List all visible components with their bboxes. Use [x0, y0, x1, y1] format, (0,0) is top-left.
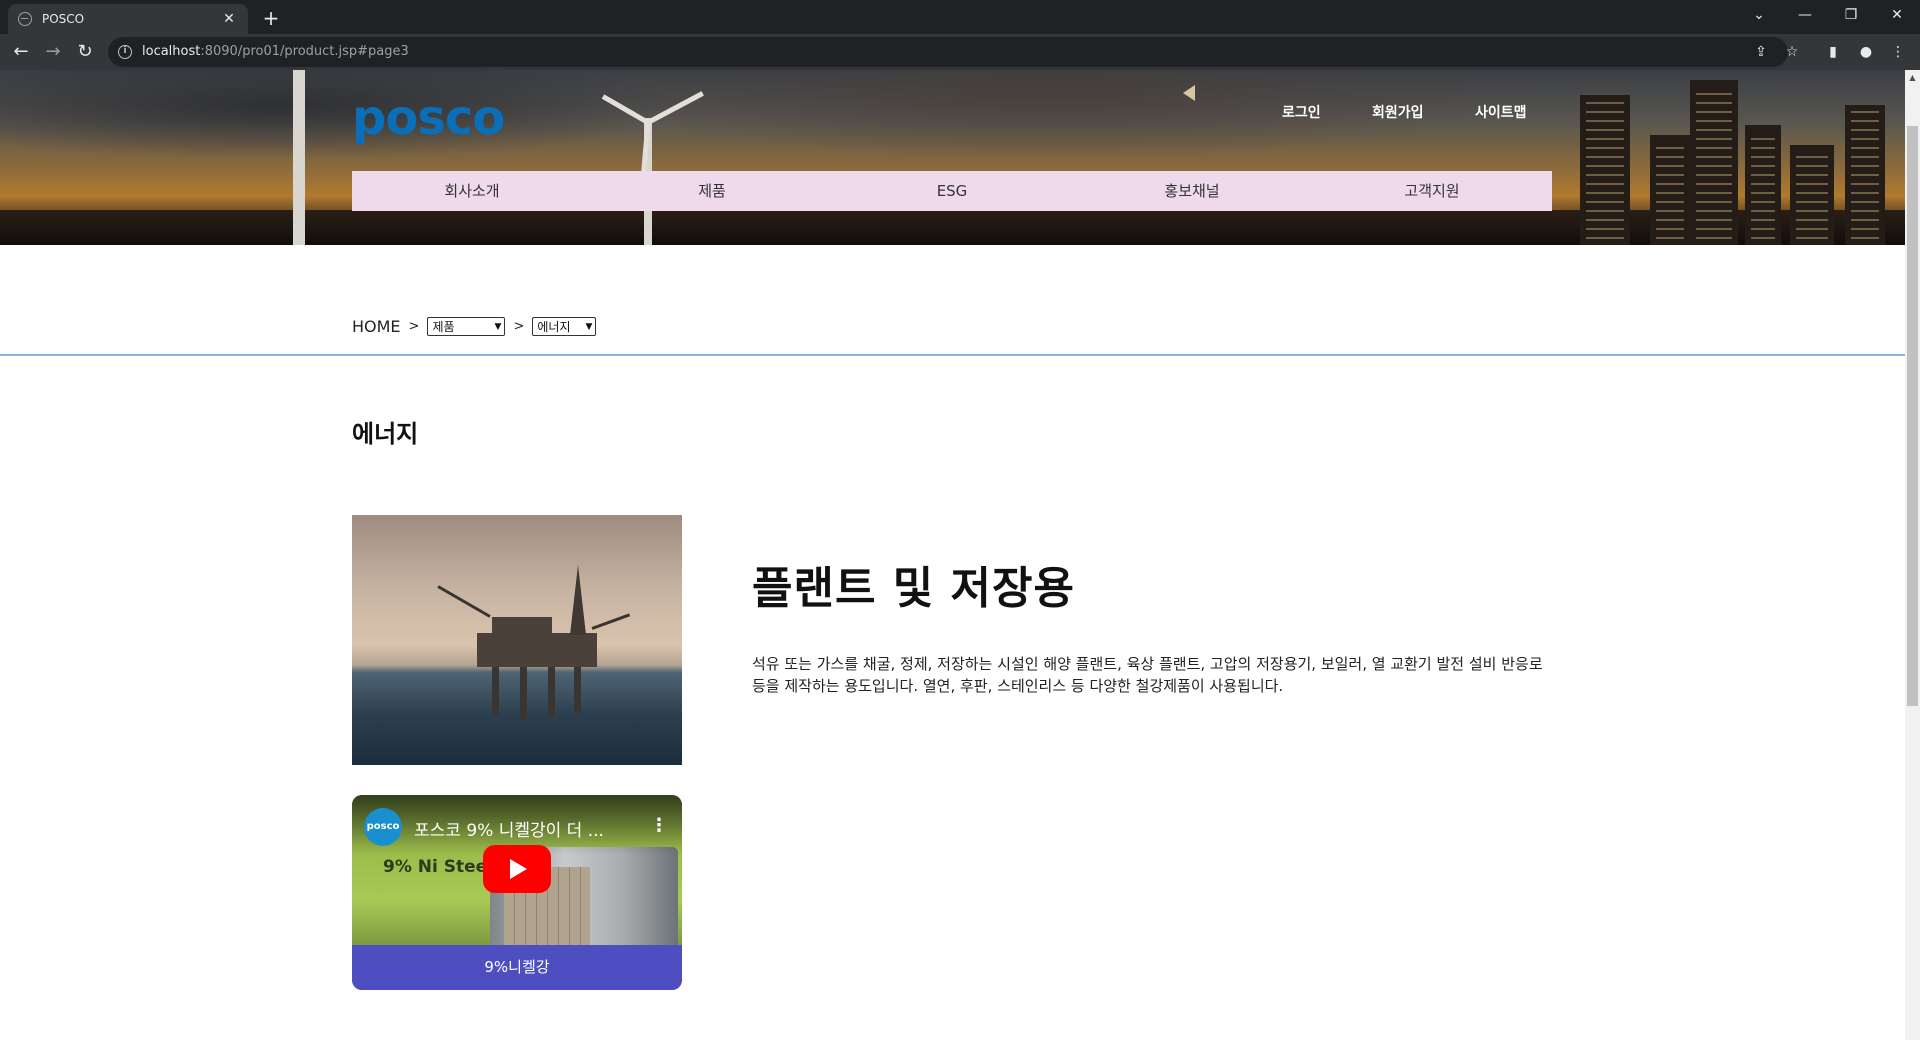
- url-path: :8090/pro01/product.jsp#page3: [200, 44, 409, 59]
- city-building: [1690, 80, 1738, 245]
- forward-icon[interactable]: →: [40, 39, 66, 65]
- subcategory-select[interactable]: 에너지 ▼: [532, 317, 597, 336]
- login-link[interactable]: 로그인: [1282, 102, 1321, 122]
- signup-link[interactable]: 회원가입: [1372, 102, 1424, 122]
- menu-item-company[interactable]: 회사소개: [352, 171, 592, 211]
- breadcrumb-divider: [0, 354, 1905, 356]
- product-name: 플랜트 및 저장용: [752, 563, 1075, 614]
- video-caption[interactable]: 9%니켈강: [352, 945, 682, 990]
- city-building: [1650, 135, 1690, 245]
- url-host: localhost: [142, 44, 201, 59]
- browser-tabstrip: POSCO ✕ + ⌄ — ❐ ✕: [0, 0, 1920, 34]
- sitemap-link[interactable]: 사이트맵: [1475, 102, 1527, 122]
- tab-search-icon[interactable]: ⌄: [1736, 0, 1782, 30]
- video-card: 9% Ni Steel posco 포스코 9% 니켈강이 더 ... ⋮ 9%…: [352, 795, 682, 990]
- scrollbar-thumb[interactable]: [1907, 126, 1918, 706]
- breadcrumb: HOME > 제품 ▼ > 에너지 ▼: [352, 317, 597, 336]
- category-select-value: 제품: [432, 320, 455, 334]
- site-info-icon[interactable]: i: [118, 45, 132, 59]
- thumbnail-text: 9% Ni Steel: [383, 857, 494, 877]
- menu-item-esg[interactable]: ESG: [832, 171, 1072, 211]
- more-vertical-icon[interactable]: ⋮: [650, 817, 668, 837]
- minimize-button[interactable]: —: [1782, 0, 1828, 30]
- scroll-up-icon[interactable]: ▲: [1905, 70, 1920, 85]
- breadcrumb-home[interactable]: HOME: [352, 317, 401, 336]
- menu-item-products[interactable]: 제품: [592, 171, 832, 211]
- breadcrumb-separator: >: [408, 319, 420, 334]
- city-building: [1790, 145, 1834, 245]
- hero-cloud: [600, 70, 1500, 160]
- youtube-embed[interactable]: 9% Ni Steel posco 포스코 9% 니켈강이 더 ... ⋮: [352, 795, 682, 945]
- page-viewport: posco 로그인 회원가입 사이트맵 회사소개 제품 ESG 홍보채널 고객지…: [0, 70, 1905, 1040]
- breadcrumb-separator: >: [513, 319, 525, 334]
- side-panel-icon[interactable]: ▮: [1823, 42, 1843, 62]
- hero-cloud: [0, 70, 700, 160]
- close-window-button[interactable]: ✕: [1874, 0, 1920, 30]
- product-description: 석유 또는 가스를 채굴, 정제, 저장하는 시설인 해양 플랜트, 육상 플랜…: [752, 655, 1543, 695]
- channel-avatar[interactable]: posco: [364, 808, 402, 846]
- category-select[interactable]: 제품 ▼: [427, 317, 506, 336]
- share-icon[interactable]: ⇪: [1751, 42, 1771, 62]
- profile-icon[interactable]: ●: [1856, 42, 1876, 62]
- back-icon[interactable]: ←: [8, 39, 34, 65]
- url-text: localhost:8090/pro01/product.jsp#page3: [142, 44, 409, 59]
- address-bar[interactable]: i localhost:8090/pro01/product.jsp#page3: [108, 37, 1788, 67]
- browser-toolbar: ← → ↻ i localhost:8090/pro01/product.jsp…: [0, 34, 1920, 70]
- tab-title: POSCO: [42, 12, 85, 26]
- chevron-down-icon: ▼: [585, 321, 593, 332]
- globe-icon: [18, 12, 32, 26]
- menu-item-pr-channel[interactable]: 홍보채널: [1072, 171, 1312, 211]
- browser-menu-icon[interactable]: ⋮: [1888, 42, 1908, 62]
- city-building: [1580, 95, 1630, 245]
- menu-item-support[interactable]: 고객지원: [1312, 171, 1552, 211]
- header-hero-banner: posco 로그인 회원가입 사이트맵 회사소개 제품 ESG 홍보채널 고객지…: [0, 70, 1905, 245]
- city-building: [1845, 105, 1885, 245]
- bookmark-star-icon[interactable]: ☆: [1782, 42, 1802, 62]
- wind-turbine-tower: [293, 70, 305, 245]
- video-title[interactable]: 포스코 9% 니켈강이 더 ...: [414, 816, 624, 841]
- restore-button[interactable]: ❐: [1828, 0, 1874, 30]
- product-image-offshore-rig: [352, 515, 682, 765]
- section-title: 에너지: [352, 420, 419, 448]
- reload-icon[interactable]: ↻: [72, 39, 98, 65]
- play-icon[interactable]: [483, 845, 551, 893]
- browser-tab[interactable]: POSCO ✕: [8, 4, 248, 34]
- posco-logo[interactable]: posco: [352, 90, 505, 146]
- city-building: [1745, 125, 1781, 245]
- new-tab-button[interactable]: +: [258, 5, 284, 31]
- page-scrollbar[interactable]: ▲: [1905, 70, 1920, 1040]
- slide-arrow-icon[interactable]: [1183, 85, 1195, 101]
- subcategory-select-value: 에너지: [537, 320, 571, 334]
- chevron-down-icon: ▼: [494, 321, 502, 332]
- main-menu: 회사소개 제품 ESG 홍보채널 고객지원: [352, 171, 1552, 211]
- tab-close-icon[interactable]: ✕: [220, 10, 238, 28]
